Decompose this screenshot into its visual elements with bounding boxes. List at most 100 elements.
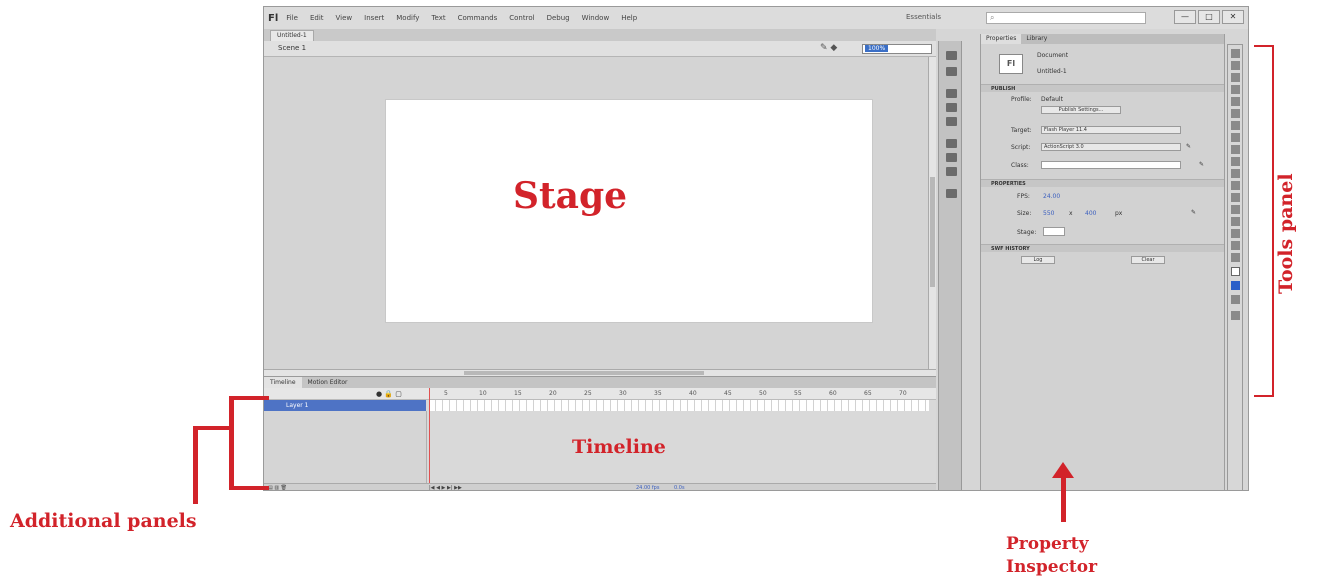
hand-tool-icon[interactable]: [1231, 241, 1240, 250]
timeline-status-bar: ▤ ▥ 🗑 |◀ ◀ ▶ ▶| ▶▶ 24.00 fps 0.0s: [264, 483, 936, 490]
3d-rotation-tool-icon[interactable]: [1231, 85, 1240, 94]
tab-properties[interactable]: Properties: [981, 34, 1022, 44]
playhead[interactable]: [429, 388, 430, 484]
tab-motion-editor[interactable]: Motion Editor: [302, 377, 354, 388]
timeline-ruler[interactable]: ● 🔒 ▢ 5 10 15 20 25 30 35 40 45 50 55 60…: [264, 388, 936, 400]
maximize-button[interactable]: □: [1198, 10, 1220, 24]
scene-breadcrumb[interactable]: Scene 1: [278, 44, 306, 52]
layer-visibility-lock-icons[interactable]: ● 🔒 ▢: [376, 390, 402, 398]
free-transform-tool-icon[interactable]: [1231, 73, 1240, 82]
properties-section-header[interactable]: PROPERTIES: [981, 179, 1224, 187]
stage-color-swatch[interactable]: [1043, 227, 1065, 236]
line-tool-icon[interactable]: [1231, 133, 1240, 142]
menu-edit[interactable]: Edit: [310, 14, 324, 22]
menu-view[interactable]: View: [336, 14, 353, 22]
clear-button[interactable]: Clear: [1131, 256, 1165, 264]
ruler-mark: 15: [514, 390, 522, 397]
document-tab[interactable]: Untitled-1: [270, 30, 314, 41]
actions-icon[interactable]: [946, 67, 957, 76]
layer-list[interactable]: [264, 411, 427, 484]
swf-history-section-header[interactable]: SWF HISTORY: [981, 244, 1224, 252]
menu-debug[interactable]: Debug: [547, 14, 570, 22]
target-select[interactable]: Flash Player 11.4: [1041, 126, 1181, 134]
menu-help[interactable]: Help: [621, 14, 637, 22]
vertical-scroll-thumb[interactable]: [930, 177, 935, 287]
subselection-tool-icon[interactable]: [1231, 61, 1240, 70]
eyedropper-tool-icon[interactable]: [1231, 217, 1240, 226]
stage-canvas[interactable]: [385, 99, 873, 323]
script-select[interactable]: ActionScript 3.0: [1041, 143, 1181, 151]
color-icon[interactable]: [946, 103, 957, 112]
new-layer-icon[interactable]: ▤ ▥ 🗑: [268, 485, 287, 490]
pencil-tool-icon[interactable]: [1231, 157, 1240, 166]
tab-library[interactable]: Library: [1021, 34, 1052, 44]
edit-document-properties-icon[interactable]: ✎: [1191, 209, 1196, 216]
swatches-icon[interactable]: [946, 117, 957, 126]
horizontal-scroll-thumb[interactable]: [464, 371, 704, 375]
publish-section-header[interactable]: PUBLISH: [981, 84, 1224, 92]
playback-controls[interactable]: |◀ ◀ ▶ ▶| ▶▶: [429, 485, 462, 490]
tools-bracket-bottom: [1254, 395, 1274, 397]
tools-bracket-top: [1254, 45, 1274, 47]
size-width[interactable]: 550: [1043, 210, 1054, 217]
size-height[interactable]: 400: [1085, 210, 1096, 217]
minimize-button[interactable]: —: [1174, 10, 1196, 24]
document-tab-bar: Untitled-1: [264, 29, 936, 41]
pen-tool-icon[interactable]: [1231, 109, 1240, 118]
swap-colors-icon[interactable]: [1231, 295, 1240, 304]
fps-value[interactable]: 24.00: [1043, 193, 1060, 200]
menu-modify[interactable]: Modify: [396, 14, 419, 22]
edit-symbol-icon[interactable]: ✎ ◆: [820, 43, 837, 53]
snap-to-objects-icon[interactable]: [1231, 311, 1240, 320]
help-search-input[interactable]: ⌕: [986, 12, 1146, 24]
ruler-mark: 10: [479, 390, 487, 397]
info-icon[interactable]: [946, 139, 957, 148]
lasso-tool-icon[interactable]: [1231, 97, 1240, 106]
menu-commands[interactable]: Commands: [458, 14, 498, 22]
paint-bucket-tool-icon[interactable]: [1231, 205, 1240, 214]
class-input[interactable]: [1041, 161, 1181, 169]
transform-icon[interactable]: [946, 153, 957, 162]
code-snippets-icon[interactable]: [946, 167, 957, 176]
publish-settings-button[interactable]: Publish Settings...: [1041, 106, 1121, 114]
tab-timeline[interactable]: Timeline: [264, 377, 302, 388]
motion-presets-icon[interactable]: [946, 51, 957, 60]
ruler-mark: 55: [794, 390, 802, 397]
rectangle-tool-icon[interactable]: [1231, 145, 1240, 154]
edit-class-icon[interactable]: ✎: [1199, 161, 1204, 168]
workspace-switcher[interactable]: Essentials: [906, 13, 941, 21]
menu-file[interactable]: File: [286, 14, 298, 22]
stroke-color-icon[interactable]: [1231, 267, 1240, 276]
target-label: Target:: [1011, 127, 1032, 134]
stage-horizontal-scrollbar[interactable]: [264, 369, 936, 376]
fps-label: FPS:: [1017, 193, 1030, 200]
menu-control[interactable]: Control: [509, 14, 534, 22]
components-icon[interactable]: [946, 189, 957, 198]
app-logo: Fl: [268, 12, 279, 24]
frame-cells[interactable]: [429, 400, 929, 411]
deco-tool-icon[interactable]: [1231, 181, 1240, 190]
menu-text[interactable]: Text: [431, 14, 445, 22]
edit-script-settings-icon[interactable]: ✎: [1186, 143, 1191, 150]
menu-window[interactable]: Window: [582, 14, 610, 22]
zoom-select[interactable]: 100%: [862, 44, 932, 54]
close-button[interactable]: ✕: [1222, 10, 1244, 24]
text-tool-icon[interactable]: [1231, 121, 1240, 130]
property-inspector-line1: Property: [1006, 534, 1089, 554]
bone-tool-icon[interactable]: [1231, 193, 1240, 202]
align-icon[interactable]: [946, 89, 957, 98]
selection-tool-icon[interactable]: [1231, 49, 1240, 58]
log-button[interactable]: Log: [1021, 256, 1055, 264]
menu-insert[interactable]: Insert: [364, 14, 384, 22]
stage-vertical-scrollbar[interactable]: [928, 57, 936, 369]
layer-row-selected[interactable]: Layer 1: [264, 400, 426, 411]
document-name: Untitled-1: [1037, 68, 1067, 75]
zoom-tool-icon[interactable]: [1231, 253, 1240, 262]
fill-color-icon[interactable]: [1231, 281, 1240, 290]
eraser-tool-icon[interactable]: [1231, 229, 1240, 238]
ruler-mark: 65: [864, 390, 872, 397]
document-icon: Fl: [999, 54, 1023, 74]
layer-name: Layer 1: [286, 402, 309, 409]
size-unit: px: [1115, 210, 1123, 217]
brush-tool-icon[interactable]: [1231, 169, 1240, 178]
